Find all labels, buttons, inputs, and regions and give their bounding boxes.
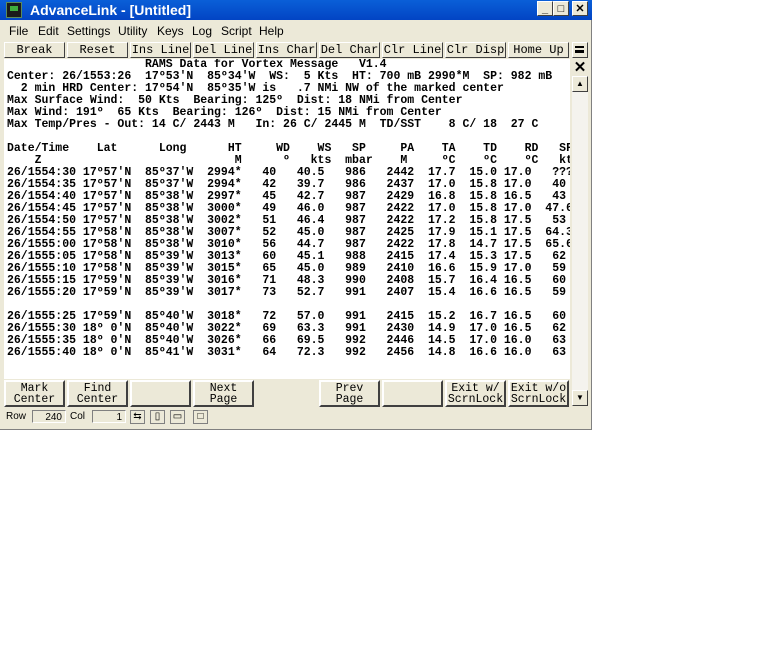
menu-bar: File Edit Settings Utility Keys Log Scri… [0, 21, 592, 40]
menu-settings[interactable]: Settings [67, 24, 110, 38]
vertical-scrollbar[interactable]: ▲ ▼ [572, 76, 588, 406]
ins-line-key[interactable]: Ins Line [130, 42, 191, 58]
function-key-bar: Break Reset Ins Line Del Line Ins Char D… [4, 42, 570, 58]
break-key[interactable]: Break [4, 42, 65, 58]
transfer-icon[interactable]: ⇆ [130, 410, 145, 424]
menu-edit[interactable]: Edit [38, 24, 59, 38]
clr-disp-key[interactable]: Clr Disp [445, 42, 506, 58]
terminal-text: RAMS Data for Vortex Message V1.4 Center… [7, 59, 570, 359]
window-title: AdvanceLink - [Untitled] [30, 2, 192, 18]
exit-without-scrnlock-softkey[interactable]: Exit w/o ScrnLock [508, 380, 569, 407]
ins-char-key[interactable]: Ins Char [256, 42, 317, 58]
clr-line-key[interactable]: Clr Line [382, 42, 443, 58]
scroll-up-icon[interactable]: ▲ [572, 76, 588, 92]
mark-center-softkey[interactable]: Mark Center [4, 380, 65, 407]
menu-log[interactable]: Log [192, 24, 212, 38]
exit-with-scrnlock-softkey[interactable]: Exit w/ScrnLock [445, 380, 506, 407]
del-char-key[interactable]: Del Char [319, 42, 380, 58]
col-value: 1 [92, 410, 126, 423]
row-label: Row [6, 411, 27, 422]
terminal-line: 26/1555:20 17º59'N 85º39'W 3017* 73 52.7… [7, 286, 570, 299]
home-up-key[interactable]: Home Up [508, 42, 569, 58]
terminal-screen[interactable]: RAMS Data for Vortex Message V1.4 Center… [4, 59, 570, 379]
blank-softkey-3[interactable] [130, 380, 191, 407]
maximize-button[interactable]: □ [553, 1, 569, 16]
capture-icon[interactable]: ▯ [150, 410, 165, 424]
record-icon[interactable]: □ [193, 410, 208, 424]
next-page-softkey[interactable]: Next Page [193, 380, 254, 407]
close-doc-icon[interactable]: ✕ [572, 60, 588, 76]
col-label: Col [70, 411, 86, 422]
menu-help[interactable]: Help [259, 24, 284, 38]
terminal-line: Max Temp/Pres - Out: 14 C/ 2443 M In: 26… [7, 118, 539, 131]
title-bar[interactable]: AdvanceLink - [Untitled] _ □ ✕ [0, 0, 592, 20]
menu-utility[interactable]: Utility [118, 24, 147, 38]
blank-softkey-7[interactable] [382, 380, 443, 407]
menu-script[interactable]: Script [221, 24, 252, 38]
app-window: AdvanceLink - [Untitled] _ □ ✕ File Edit… [0, 0, 592, 430]
find-center-softkey[interactable]: Find Center [67, 380, 128, 407]
prev-page-softkey[interactable]: Prev Page [319, 380, 380, 407]
reset-key[interactable]: Reset [67, 42, 128, 58]
close-button[interactable]: ✕ [572, 1, 588, 16]
menu-keys[interactable]: Keys [157, 24, 184, 38]
app-icon [6, 2, 22, 18]
status-bar: Row 240 Col 1 ⇆ ▯ ▭ □ [4, 409, 590, 426]
row-value: 240 [32, 410, 66, 423]
document-icon[interactable]: ▭ [170, 410, 185, 424]
softkey-bar: Mark Center Find Center Next Page Prev Page … [4, 380, 570, 408]
scroll-down-icon[interactable]: ▼ [572, 390, 588, 406]
keys-toggle-icon[interactable] [572, 42, 588, 58]
del-line-key[interactable]: Del Line [193, 42, 254, 58]
terminal-line: 26/1555:40 18º 0'N 85º41'W 3031* 64 72.3… [7, 346, 570, 359]
minimize-button[interactable]: _ [537, 1, 553, 16]
menu-file[interactable]: File [9, 24, 28, 38]
